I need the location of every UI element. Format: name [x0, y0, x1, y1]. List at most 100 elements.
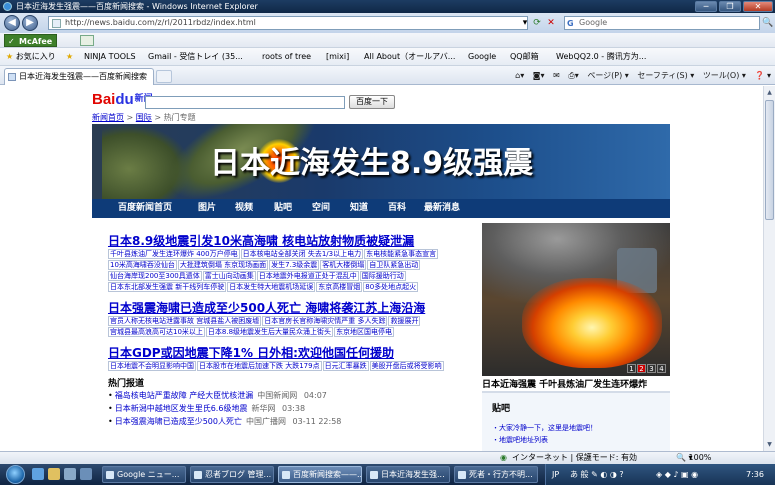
ie-quicklaunch-icon[interactable]: [32, 468, 44, 480]
taskbar-item[interactable]: 日本近海发生强...: [366, 466, 450, 483]
related-link[interactable]: 宫城县最高浪高可达10米以上: [108, 327, 205, 337]
related-link[interactable]: 80多处地点起火: [363, 282, 419, 292]
add-favorite-icon[interactable]: ★: [66, 48, 73, 65]
security-zone[interactable]: インターネット | 保護モード: 有効: [512, 452, 637, 464]
close-button[interactable]: ✕: [743, 1, 773, 12]
switch-windows-icon[interactable]: [80, 468, 92, 480]
related-link[interactable]: 日本地震外电报道正处于混乱中: [256, 271, 359, 281]
banner-nav-item[interactable]: 贴吧: [274, 199, 292, 218]
breadcrumb-international[interactable]: 国际: [136, 113, 152, 122]
related-link[interactable]: 仙台海岸现200至300具遗体: [108, 271, 202, 281]
start-button[interactable]: [6, 465, 25, 484]
tray-icons[interactable]: ◈ ◆ ♪ ▣ ◉: [656, 464, 698, 485]
search-button[interactable]: 百度一下: [349, 95, 395, 109]
photo-page-2[interactable]: 2: [637, 364, 646, 373]
fav-link[interactable]: All About（オールアバ...: [364, 48, 455, 65]
print-icon[interactable]: ⎙▾: [568, 71, 578, 80]
related-link[interactable]: 10米高海啸吞没仙台: [108, 260, 177, 270]
photo-page-3[interactable]: 3: [647, 364, 656, 373]
photo-page-1[interactable]: 1: [627, 364, 636, 373]
related-link[interactable]: 千叶县炼油厂发生连环爆炸 400万户停电: [108, 249, 240, 259]
related-link[interactable]: 日本地震不会明显影响中国: [108, 361, 196, 371]
forward-button[interactable]: ▶: [22, 15, 38, 31]
banner-nav-item[interactable]: 视频: [235, 199, 253, 218]
fav-link[interactable]: [mixi]: [326, 48, 349, 65]
safety-menu[interactable]: セーフティ(S) ▾: [637, 71, 694, 80]
tieba-link[interactable]: ・地震吧地址列表: [492, 435, 548, 445]
address-bar[interactable]: http://news.baidu.com/z/rl/2011rbdz/inde…: [48, 16, 528, 30]
related-link[interactable]: 东京高楼冒烟: [316, 282, 363, 292]
page-menu[interactable]: ページ(P) ▾: [587, 71, 628, 80]
related-link[interactable]: 客机大楼倒塌: [320, 260, 367, 270]
news-photo[interactable]: 1 2 3 4: [482, 223, 670, 376]
fav-link[interactable]: Google: [468, 48, 496, 65]
related-link[interactable]: 自卫队紧急出动: [367, 260, 421, 270]
related-link[interactable]: 救援展开: [388, 316, 421, 326]
fav-link[interactable]: roots of tree: [262, 48, 311, 65]
breadcrumb-home[interactable]: 新闻首页: [92, 113, 124, 122]
scroll-up-icon[interactable]: ▲: [765, 87, 774, 98]
zoom-level[interactable]: 🔍 100% ▾: [676, 452, 711, 464]
related-link[interactable]: 东京地区国电停电: [334, 327, 395, 337]
related-link[interactable]: 富士山向动画集: [202, 271, 256, 281]
mcafee-button[interactable]: McAfee: [4, 34, 58, 48]
hot-news-link[interactable]: 日本强震海啸已造成至少500人死亡: [115, 417, 242, 426]
taskbar-item-active[interactable]: 百度新闻搜索——...: [278, 466, 362, 483]
headline-link[interactable]: 日本强震海啸已造成至少500人死亡 海啸将袭江苏上海沿海: [108, 299, 476, 316]
mail-icon[interactable]: ✉: [553, 71, 560, 80]
address-dropdown-icon[interactable]: ▾: [519, 17, 531, 29]
search-go-icon[interactable]: 🔍: [762, 17, 774, 29]
baidu-logo[interactable]: Baidu新闻: [92, 91, 153, 108]
desktop-quicklaunch-icon[interactable]: [64, 468, 76, 480]
banner-nav-item[interactable]: 图片: [198, 199, 216, 218]
related-link[interactable]: 发生7.3级余震: [269, 260, 320, 270]
related-link[interactable]: 日本发生特大地震机场延误: [227, 282, 316, 292]
banner-nav-item[interactable]: 知道: [350, 199, 368, 218]
ime-icon[interactable]: あ 般 ✎ ◐ ◑ ?: [570, 464, 624, 485]
related-link[interactable]: 日本官房长官称海啸灾情严重 多人失踪: [262, 316, 388, 326]
tab-baidu-news[interactable]: 日本近海发生强震——百度新闻搜索: [4, 68, 154, 85]
language-indicator[interactable]: JP: [552, 464, 559, 485]
related-link[interactable]: 日本股市在地震后加速下跌 大跌179点: [197, 361, 322, 371]
related-link[interactable]: 东电核能紧急事态宣言: [364, 249, 439, 259]
fav-link[interactable]: Gmail - 受信トレイ (35...: [148, 48, 243, 65]
taskbar-item[interactable]: Google ニュー...: [102, 466, 186, 483]
related-link[interactable]: 日元汇率暴跌: [322, 361, 369, 371]
related-link[interactable]: 日本东北部发生强震 新干线列车停驶: [108, 282, 227, 292]
new-tab-button[interactable]: [156, 70, 172, 83]
back-button[interactable]: ◀: [4, 15, 20, 31]
news-search-input[interactable]: [145, 96, 345, 109]
help-menu[interactable]: ❓ ▾: [754, 71, 771, 80]
refresh-icon[interactable]: ⟳: [531, 17, 543, 29]
related-link[interactable]: 日本核电站全部关闭 失去1/3以上电力: [240, 249, 364, 259]
tieba-link[interactable]: ・大家冷静一下，这里是地震吧！: [492, 423, 597, 433]
minimize-button[interactable]: ─: [695, 1, 717, 12]
hot-news-link[interactable]: 福岛核电站严重故障 产经大臣忧核泄漏: [115, 391, 254, 400]
tools-menu[interactable]: ツール(O) ▾: [703, 71, 746, 80]
stop-icon[interactable]: ✕: [545, 17, 557, 29]
fav-link[interactable]: NINJA TOOLS: [84, 48, 136, 65]
taskbar-item[interactable]: 死者・行方不明...: [454, 466, 538, 483]
mcafee-menu-icon[interactable]: [80, 35, 94, 46]
favorites-button[interactable]: ★ お気に入り: [6, 48, 56, 65]
banner-nav-item[interactable]: 百科: [388, 199, 406, 218]
fav-link[interactable]: QQ邮箱: [510, 48, 539, 65]
headline-link[interactable]: 日本8.9级地震引发10米高海啸 核电站放射物质被疑泄漏: [108, 232, 476, 249]
related-link[interactable]: 官员人称无核电站泄露事故 宫城县盐人被困废墟: [108, 316, 262, 326]
search-input[interactable]: G Google: [564, 16, 760, 30]
photo-page-4[interactable]: 4: [657, 364, 666, 373]
related-link[interactable]: 大批建筑倒塌 东京现场画面: [177, 260, 269, 270]
vertical-scrollbar[interactable]: ▲ ▼: [763, 86, 775, 451]
banner-nav-item[interactable]: 空间: [312, 199, 330, 218]
taskbar-item[interactable]: 忍者ブログ 管理...: [190, 466, 274, 483]
clock[interactable]: 7:36: [746, 464, 764, 485]
related-link[interactable]: 美股开盘后或将受影响: [369, 361, 444, 371]
banner-nav-item[interactable]: 最新消息: [424, 199, 460, 218]
hot-news-link[interactable]: 日本新潟中越地区发生里氏6.6级地震: [115, 404, 248, 413]
photo-caption[interactable]: 日本近海强震 千叶县炼油厂发生连环爆炸: [482, 377, 670, 390]
fav-link[interactable]: WebQQ2.0 - 腾讯方为...: [556, 48, 646, 65]
related-link[interactable]: 日本8.8级地震发生后大量民众涌上街头: [205, 327, 334, 337]
banner-nav-item[interactable]: 百度新闻首页: [118, 199, 172, 218]
scroll-down-icon[interactable]: ▼: [765, 439, 774, 450]
related-link[interactable]: 国际援助行动: [359, 271, 406, 281]
